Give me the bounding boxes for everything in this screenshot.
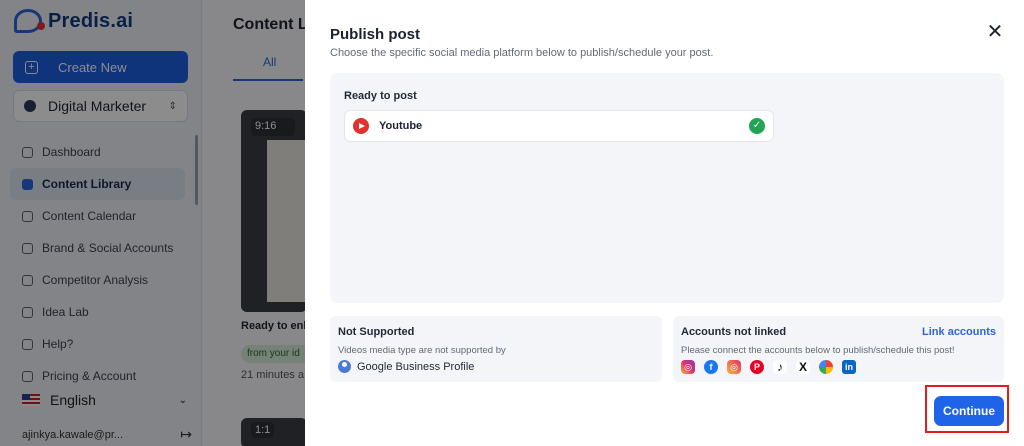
platform-name: Youtube	[379, 120, 423, 132]
continue-button[interactable]: Continue	[934, 396, 1004, 426]
tiktok-icon: ♪	[773, 360, 787, 374]
pinterest-icon: P	[750, 360, 764, 374]
ready-to-post-label: Ready to post	[344, 90, 417, 102]
platform-row-youtube[interactable]: Youtube ✓	[344, 110, 774, 142]
not-supported-description: Videos media type are not supported by	[338, 345, 506, 356]
accounts-not-linked-panel: Accounts not linked Link accounts Please…	[673, 316, 1004, 382]
not-supported-panel: Not Supported Videos media type are not …	[330, 316, 662, 382]
modal-backdrop[interactable]	[0, 0, 305, 446]
check-icon[interactable]: ✓	[749, 118, 765, 134]
google-business-profile-icon	[338, 360, 351, 373]
not-supported-platform: Google Business Profile	[338, 360, 474, 373]
close-button[interactable]: ✕	[985, 22, 1005, 42]
continue-highlight: Continue	[925, 385, 1009, 433]
link-accounts-link[interactable]: Link accounts	[922, 326, 996, 338]
google-icon	[819, 360, 833, 374]
linkedin-icon: in	[842, 360, 856, 374]
accounts-not-linked-title: Accounts not linked	[681, 326, 787, 338]
not-supported-title: Not Supported	[338, 326, 415, 338]
unlinked-platform-icons: ◎ f ◎ P ♪ X in	[681, 360, 856, 374]
facebook-icon: f	[704, 360, 718, 374]
instagram-icon: ◎	[681, 360, 695, 374]
modal-subtitle: Choose the specific social media platfor…	[330, 47, 714, 59]
modal-title: Publish post	[330, 26, 420, 43]
publish-post-modal: ✕ Publish post Choose the specific socia…	[305, 0, 1024, 446]
x-icon: X	[796, 360, 810, 374]
ready-to-post-panel: Ready to post Youtube ✓	[330, 73, 1004, 303]
accounts-not-linked-description: Please connect the accounts below to pub…	[681, 345, 955, 356]
platform-name: Google Business Profile	[357, 360, 475, 373]
youtube-icon	[353, 118, 369, 134]
instagram-story-icon: ◎	[727, 360, 741, 374]
